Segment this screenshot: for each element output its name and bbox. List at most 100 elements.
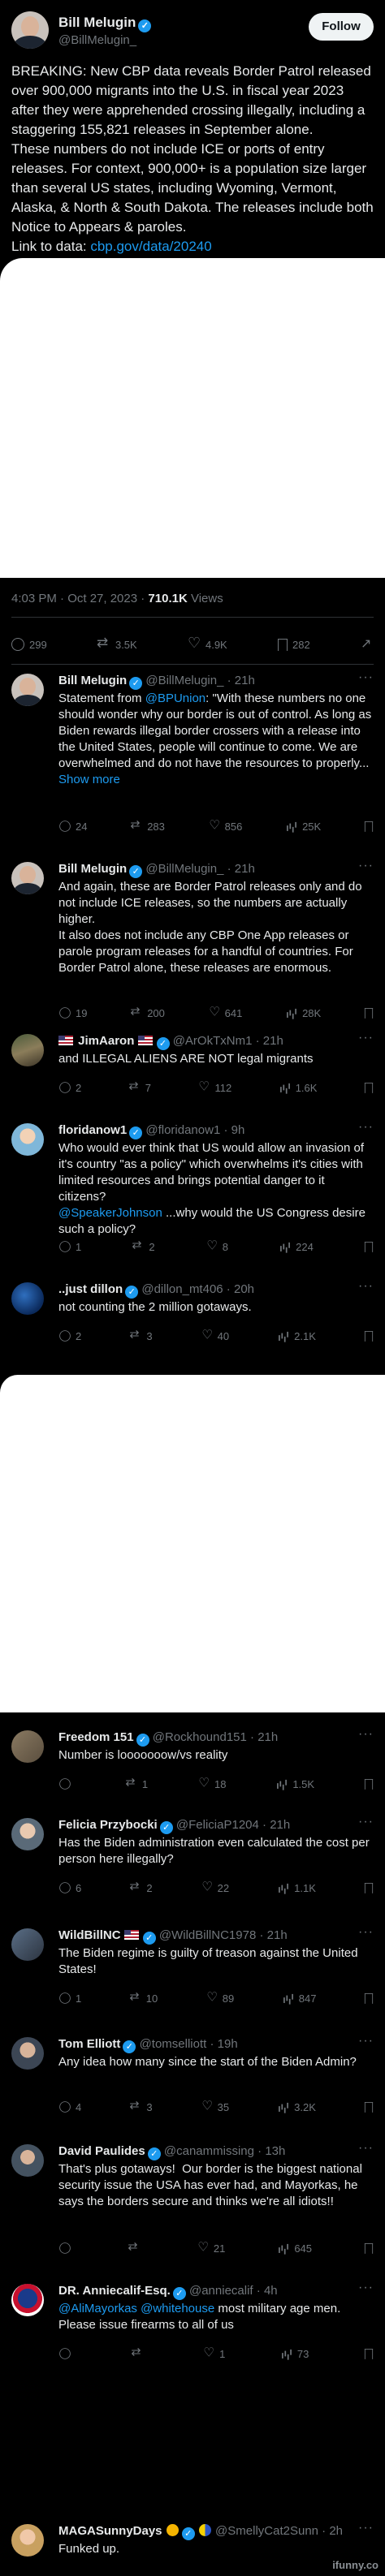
like-button[interactable]: 8 bbox=[205, 1238, 228, 1253]
views-button[interactable]: 2.1K bbox=[277, 1329, 316, 1342]
reply-avatar[interactable] bbox=[11, 2037, 44, 2070]
retweet-button[interactable]: 3.5K bbox=[97, 635, 137, 651]
reply-avatar[interactable] bbox=[11, 1730, 44, 1763]
views-button[interactable]: 1.5K bbox=[275, 1777, 314, 1790]
views-button[interactable]: 3.2K bbox=[277, 2100, 316, 2113]
reply-button[interactable]: 19 bbox=[58, 1006, 87, 1019]
like-button[interactable]: 21 bbox=[197, 2240, 225, 2255]
retweet-button[interactable]: 7 bbox=[128, 1079, 151, 1094]
views-button[interactable]: 847 bbox=[282, 1992, 316, 2005]
views-button[interactable]: 645 bbox=[277, 2242, 312, 2255]
more-options-icon[interactable]: ··· bbox=[358, 859, 374, 873]
reply-button[interactable]: 1 bbox=[58, 1992, 81, 2005]
reply-avatar[interactable] bbox=[11, 674, 44, 706]
reply-avatar[interactable] bbox=[11, 1123, 44, 1156]
reply-avatar[interactable] bbox=[11, 2144, 44, 2177]
reply-tweet[interactable]: David Paulides ✓ @canammissing · 13h ··· … bbox=[11, 2141, 374, 2258]
like-button[interactable]: 4.9K bbox=[188, 635, 227, 652]
reply-avatar[interactable] bbox=[11, 2524, 44, 2557]
like-button[interactable]: 40 bbox=[201, 1328, 229, 1342]
reply-tweet[interactable]: ..just dillon ✓ @dillon_mt406 · 20h ··· n… bbox=[11, 1279, 374, 1347]
reply-tweet[interactable]: Bill Melugin ✓ @BillMelugin_ · 21h ··· St… bbox=[11, 670, 374, 836]
more-options-icon[interactable]: ··· bbox=[358, 1815, 374, 1829]
reply-button[interactable]: 2 bbox=[58, 1329, 81, 1342]
more-options-icon[interactable]: ··· bbox=[358, 2521, 374, 2535]
more-options-icon[interactable]: ··· bbox=[358, 2281, 374, 2295]
reply-button[interactable]: 2 bbox=[58, 1081, 81, 1094]
reply-button[interactable] bbox=[58, 1777, 76, 1790]
reply-tweet[interactable]: floridanow1 ✓ @floridanow1 · 9h ··· Who w… bbox=[11, 1120, 374, 1256]
mention-link[interactable]: @SpeakerJohnson bbox=[58, 1206, 162, 1220]
more-options-icon[interactable]: ··· bbox=[358, 1925, 374, 1940]
retweet-button[interactable] bbox=[128, 2240, 145, 2255]
bookmark-button[interactable]: 282 bbox=[278, 638, 310, 651]
reply-button[interactable] bbox=[58, 2242, 76, 2255]
bookmark-button[interactable] bbox=[364, 2348, 374, 2360]
reply-button[interactable]: 1 bbox=[58, 1240, 81, 1253]
reply-avatar[interactable] bbox=[11, 1928, 44, 1961]
retweet-button[interactable]: 3 bbox=[129, 2099, 153, 2113]
reply-button[interactable]: 24 bbox=[58, 820, 87, 833]
bookmark-button[interactable] bbox=[364, 1241, 374, 1253]
reply-avatar[interactable] bbox=[11, 2284, 44, 2316]
bookmark-button[interactable] bbox=[364, 2101, 374, 2113]
author-avatar[interactable] bbox=[11, 11, 49, 49]
reply-avatar[interactable] bbox=[11, 862, 44, 894]
more-options-icon[interactable]: ··· bbox=[358, 1031, 374, 1045]
like-button[interactable]: 112 bbox=[197, 1079, 232, 1094]
bookmark-button[interactable] bbox=[364, 1992, 374, 2005]
mention-link[interactable]: @AliMayorkas @whitehouse bbox=[58, 2302, 214, 2315]
more-options-icon[interactable]: ··· bbox=[358, 1279, 374, 1294]
reply-tweet[interactable]: Freedom 151 ✓ @Rockhound151 · 21h ··· Num… bbox=[11, 1727, 374, 1795]
bookmark-button[interactable] bbox=[364, 821, 374, 833]
reply-avatar[interactable] bbox=[11, 1818, 44, 1850]
like-button[interactable]: 89 bbox=[205, 1990, 234, 2005]
bookmark-button[interactable] bbox=[364, 1882, 374, 1894]
retweet-button[interactable]: 10 bbox=[129, 1990, 158, 2005]
reply-tweet[interactable]: Felicia Przybocki ✓ @FeliciaP1204 · 21h ·… bbox=[11, 1815, 374, 1899]
bookmark-button[interactable] bbox=[364, 1330, 374, 1342]
views-button[interactable]: 1.6K bbox=[279, 1081, 317, 1094]
bookmark-button[interactable] bbox=[364, 2242, 374, 2255]
show-more-link[interactable]: Show more bbox=[58, 773, 120, 786]
views-button[interactable]: 73 bbox=[280, 2347, 309, 2360]
post-timestamp[interactable]: 4:03 PM · Oct 27, 2023 · 710.1K Views bbox=[11, 592, 223, 605]
views-button[interactable]: 25K bbox=[285, 820, 321, 833]
like-button[interactable]: 1 bbox=[202, 2346, 225, 2360]
reply-button[interactable]: 4 bbox=[58, 2100, 81, 2113]
mention-link[interactable]: @BPUnion bbox=[145, 691, 205, 705]
bookmark-button[interactable] bbox=[364, 1007, 374, 1019]
like-button[interactable]: 641 bbox=[208, 1005, 243, 1019]
retweet-button[interactable]: 200 bbox=[130, 1005, 165, 1019]
retweet-button[interactable]: 1 bbox=[125, 1776, 148, 1790]
reply-button[interactable] bbox=[58, 2347, 76, 2360]
like-button[interactable]: 18 bbox=[197, 1776, 226, 1790]
views-button[interactable]: 224 bbox=[279, 1240, 314, 1253]
reply-avatar[interactable] bbox=[11, 1282, 44, 1315]
reply-button[interactable]: 6 bbox=[58, 1881, 81, 1894]
more-options-icon[interactable]: ··· bbox=[358, 1727, 374, 1742]
retweet-button[interactable] bbox=[131, 2346, 148, 2360]
reply-avatar[interactable] bbox=[11, 1034, 44, 1066]
bookmark-button[interactable] bbox=[364, 1082, 374, 1094]
reply-tweet[interactable]: MAGASunnyDays ✓ @SmellyCat2Sunn · 2h ···… bbox=[11, 2521, 374, 2573]
views-button[interactable]: 1.1K bbox=[277, 1881, 316, 1894]
reply-tweet[interactable]: Tom Elliott ✓ @tomselliott · 19h ··· Any … bbox=[11, 2034, 374, 2118]
retweet-button[interactable]: 2 bbox=[132, 1238, 155, 1253]
like-button[interactable]: 22 bbox=[201, 1880, 229, 1894]
retweet-button[interactable]: 3 bbox=[129, 1328, 153, 1342]
like-button[interactable]: 35 bbox=[201, 2099, 229, 2113]
retweet-button[interactable]: 283 bbox=[130, 818, 165, 833]
reply-tweet[interactable]: JimAaron ✓ @ArOkTxNm1 · 21h ··· and ILLE… bbox=[11, 1031, 374, 1099]
reply-button[interactable]: 299 bbox=[11, 638, 47, 651]
data-link[interactable]: cbp.gov/data/20240 bbox=[90, 239, 211, 254]
bookmark-button[interactable] bbox=[364, 1778, 374, 1790]
author-name[interactable]: Bill Melugin ✓ bbox=[58, 15, 152, 32]
more-options-icon[interactable]: ··· bbox=[358, 2141, 374, 2156]
more-options-icon[interactable]: ··· bbox=[358, 1120, 374, 1135]
reply-tweet[interactable]: WildBillNC ✓ @WildBillNC1978 · 21h ··· T… bbox=[11, 1925, 374, 2010]
more-options-icon[interactable]: ··· bbox=[358, 2034, 374, 2048]
author-handle[interactable]: @BillMelugin_ bbox=[58, 33, 136, 47]
more-options-icon[interactable]: ··· bbox=[358, 670, 374, 685]
reply-tweet[interactable]: Bill Melugin ✓ @BillMelugin_ · 21h ··· An… bbox=[11, 859, 374, 1019]
